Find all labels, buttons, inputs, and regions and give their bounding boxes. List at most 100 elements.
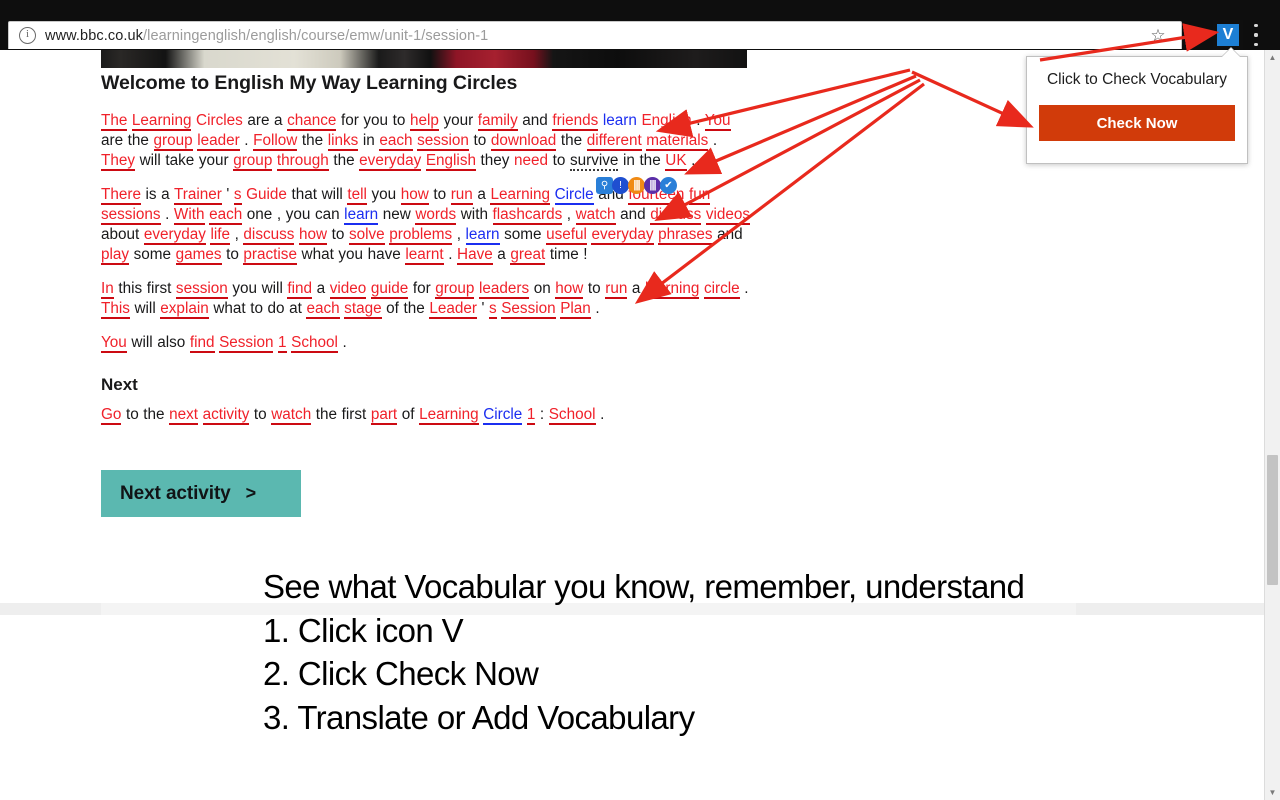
vocab-word[interactable]: discuss: [650, 206, 702, 225]
vocab-word[interactable]: Trainer: [173, 186, 222, 205]
vocab-word[interactable]: leader: [197, 132, 240, 151]
vocab-word[interactable]: links: [327, 132, 359, 151]
vocab-word[interactable]: learn: [344, 206, 379, 225]
vocab-word[interactable]: They: [101, 152, 136, 171]
vocab-word[interactable]: learnt: [405, 246, 444, 265]
vocab-word[interactable]: problems: [389, 226, 453, 245]
vocab-word[interactable]: group: [233, 152, 273, 171]
vocab-word[interactable]: Have: [457, 246, 493, 265]
vocab-word[interactable]: Circle: [554, 186, 594, 205]
vocab-word[interactable]: There: [101, 186, 141, 205]
vocab-word[interactable]: learn: [465, 226, 500, 245]
vocab-word[interactable]: You: [101, 334, 127, 353]
check-now-button[interactable]: Check Now: [1039, 105, 1235, 141]
vocab-word[interactable]: School: [548, 406, 596, 425]
vocab-word[interactable]: videos: [705, 206, 751, 225]
vocab-word[interactable]: everyday: [591, 226, 654, 245]
vocab-word[interactable]: s: [233, 186, 242, 205]
vocab-word[interactable]: useful: [546, 226, 587, 245]
vocab-word[interactable]: With: [173, 206, 205, 225]
vocab-word[interactable]: words: [415, 206, 457, 225]
search-icon[interactable]: ⚲: [596, 177, 613, 194]
vocab-word[interactable]: 1: [526, 406, 536, 425]
vocab-word[interactable]: how: [299, 226, 328, 245]
vocab-word[interactable]: materials: [646, 132, 709, 151]
inline-vocab-toolbar[interactable]: ⚲! ||| ||| ✔: [596, 177, 677, 194]
vocab-word[interactable]: UK: [665, 152, 687, 171]
vocab-word[interactable]: part: [370, 406, 398, 425]
vocab-word[interactable]: solve: [348, 226, 385, 245]
vocab-word[interactable]: flashcards: [492, 206, 563, 225]
vocab-word[interactable]: phrases: [658, 226, 713, 245]
vocab-word[interactable]: group: [153, 132, 193, 151]
vocab-word[interactable]: Session: [501, 300, 556, 319]
vocab-word[interactable]: stage: [344, 300, 382, 319]
vocab-word[interactable]: friends: [552, 112, 599, 131]
vocab-word[interactable]: circle: [703, 280, 740, 299]
vocab-word[interactable]: Circle: [483, 406, 523, 425]
vocab-word[interactable]: guide: [370, 280, 409, 299]
vocab-word[interactable]: activity: [202, 406, 250, 425]
check-icon[interactable]: ✔: [660, 177, 677, 194]
vocab-word[interactable]: leaders: [478, 280, 530, 299]
vertical-scrollbar[interactable]: ▲ ▼: [1264, 50, 1280, 800]
vocab-word[interactable]: 1: [278, 334, 287, 353]
scrollbar-thumb[interactable]: [1267, 455, 1278, 585]
vocab-word[interactable]: explain: [160, 300, 209, 319]
vocab-word[interactable]: The: [101, 112, 128, 131]
vocab-word[interactable]: learning: [644, 280, 700, 299]
scroll-up-arrow-icon[interactable]: ▲: [1265, 50, 1280, 65]
vocab-word[interactable]: each: [306, 300, 340, 319]
vocab-word[interactable]: watch: [271, 406, 312, 425]
vocab-word[interactable]: help: [409, 112, 439, 131]
vocab-word[interactable]: watch: [575, 206, 616, 225]
translate-icon[interactable]: |||: [644, 177, 661, 194]
vocab-word[interactable]: English: [425, 152, 476, 171]
vocab-word[interactable]: video: [329, 280, 367, 299]
vocab-word[interactable]: Learning: [131, 112, 192, 131]
vocab-word[interactable]: each: [209, 206, 243, 225]
vocab-word[interactable]: s: [489, 300, 497, 319]
vocab-word[interactable]: Circles: [196, 112, 243, 129]
scroll-down-arrow-icon[interactable]: ▼: [1265, 785, 1280, 800]
vocab-word[interactable]: group: [435, 280, 475, 299]
vocab-word[interactable]: Session: [219, 334, 274, 353]
chrome-menu-button[interactable]: [1254, 24, 1258, 46]
vocab-word[interactable]: tell: [347, 186, 367, 205]
vocab-word[interactable]: everyday: [359, 152, 422, 171]
vocab-word[interactable]: how: [555, 280, 584, 299]
vocab-word[interactable]: Plan: [560, 300, 591, 319]
vocab-word[interactable]: Leader: [429, 300, 477, 319]
bookmark-star-icon[interactable]: ☆: [1149, 27, 1167, 45]
vocab-word[interactable]: Guide: [246, 186, 287, 203]
info-icon[interactable]: !: [612, 177, 629, 194]
vocab-word[interactable]: how: [400, 186, 429, 205]
site-info-icon[interactable]: i: [19, 27, 36, 44]
vocab-word[interactable]: games: [175, 246, 222, 265]
vocab-word[interactable]: fun: [689, 186, 711, 205]
vocab-word[interactable]: chance: [287, 112, 337, 131]
vocab-word[interactable]: Learning: [419, 406, 479, 425]
vocabulary-extension-button[interactable]: V: [1213, 20, 1243, 50]
vocab-word[interactable]: need: [514, 152, 548, 169]
vocab-word[interactable]: run: [450, 186, 473, 205]
vocab-word[interactable]: through: [276, 152, 329, 171]
address-bar[interactable]: i www.bbc.co.uk/learningenglish/english/…: [8, 21, 1182, 49]
vocab-word[interactable]: each: [379, 132, 413, 151]
vocab-word[interactable]: great: [510, 246, 546, 265]
vocab-word[interactable]: find: [189, 334, 215, 353]
vocab-word[interactable]: discuss: [243, 226, 295, 245]
vocab-word[interactable]: learn: [603, 112, 637, 129]
vocab-word[interactable]: play: [101, 246, 130, 265]
vocab-word[interactable]: session: [175, 280, 228, 299]
vocab-word[interactable]: School: [291, 334, 338, 353]
vocab-word[interactable]: practise: [243, 246, 297, 265]
next-activity-button[interactable]: Next activity >: [101, 470, 301, 517]
dictionary-icon[interactable]: |||: [628, 177, 645, 194]
vocab-word[interactable]: sessions: [101, 206, 161, 225]
vocab-word[interactable]: life: [210, 226, 231, 245]
vocab-word[interactable]: family: [477, 112, 518, 131]
vocab-word[interactable]: This: [101, 300, 130, 319]
vocab-word[interactable]: run: [605, 280, 628, 299]
vocab-word[interactable]: session: [417, 132, 469, 151]
